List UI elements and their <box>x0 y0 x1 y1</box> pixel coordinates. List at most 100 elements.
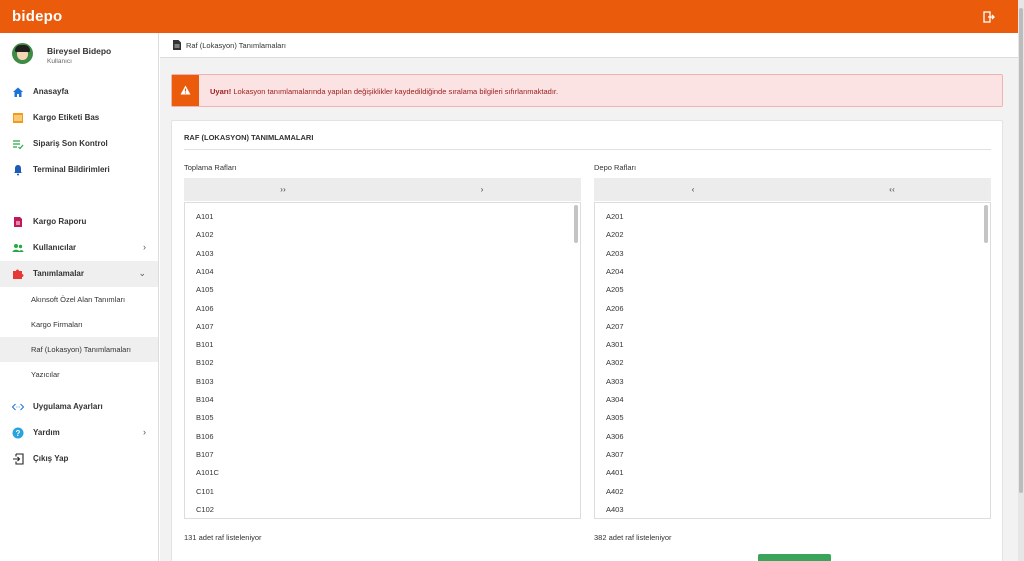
divider <box>184 149 991 150</box>
depot-shelves-toolbar: ‹ ‹‹ <box>594 178 991 201</box>
sidebar-item-label: Sipariş Son Kontrol <box>33 139 108 148</box>
list-item[interactable]: A101 <box>196 212 214 221</box>
submenu-item-label: Kargo Firmaları <box>31 320 83 329</box>
code-icon <box>11 401 25 413</box>
depot-shelves-title: Depo Rafları <box>594 163 637 172</box>
sidebar-item-terminal-bildirimleri[interactable]: Terminal Bildirimleri <box>0 157 158 183</box>
submenu-item-akinsoft-ozel-alan[interactable]: Akınsoft Özel Alan Tanımları <box>0 287 158 312</box>
submenu-item-kargo-firmalari[interactable]: Kargo Firmaları <box>0 312 158 337</box>
chevron-right-icon: › <box>143 427 146 437</box>
sidebar-item-siparis-son-kontrol[interactable]: Sipariş Son Kontrol <box>0 131 158 157</box>
list-item[interactable]: A102 <box>196 230 214 239</box>
depot-shelves-list[interactable]: A201 A202 A203 A204 A205 A206 A207 A301 A302 A303… <box>594 202 991 519</box>
list-item[interactable]: A205 <box>606 285 624 294</box>
sidebar-item-kargo-etiketi[interactable]: Kargo Etiketi Bas <box>0 105 158 131</box>
list-item[interactable]: A303 <box>606 377 624 386</box>
page-title: Raf (Lokasyon) Tanımlamaları <box>186 41 286 50</box>
list-item[interactable]: B102 <box>196 358 214 367</box>
checklist-icon <box>12 138 24 150</box>
page-scrollbar[interactable] <box>1018 0 1024 561</box>
report-icon <box>12 216 24 228</box>
picking-shelves-title: Toplama Rafları <box>184 163 237 172</box>
list-item[interactable]: A305 <box>606 413 624 422</box>
chevron-down-icon: ⌄ <box>138 268 146 278</box>
app-logo[interactable]: bidepo <box>12 8 62 25</box>
list-item[interactable]: A202 <box>606 230 624 239</box>
page-scrollbar-thumb[interactable] <box>1019 8 1023 493</box>
user-panel: Bireysel Bidepo Kullanıcı <box>0 33 158 73</box>
users-icon <box>12 242 24 254</box>
main-content: Raf (Lokasyon) Tanımlamaları Uyarı! Loka… <box>160 33 1018 561</box>
picking-shelves-toolbar: ›› › <box>184 178 581 201</box>
list-item[interactable]: A401 <box>606 468 624 477</box>
top-bar: bidepo <box>0 0 1018 33</box>
breadcrumb: Raf (Lokasyon) Tanımlamaları <box>160 33 1018 58</box>
list-item[interactable]: A302 <box>606 358 624 367</box>
list-item[interactable]: A403 <box>606 505 624 514</box>
list-item[interactable]: B107 <box>196 450 214 459</box>
list-item[interactable]: A103 <box>196 249 214 258</box>
list-item[interactable]: A104 <box>196 267 214 276</box>
list-item[interactable]: A402 <box>606 487 624 496</box>
document-icon <box>173 40 181 50</box>
home-icon <box>12 86 24 98</box>
list-item[interactable]: A105 <box>196 285 214 294</box>
alert-message: Uyarı! Lokasyon tanımlamalarında yapılan… <box>210 87 558 96</box>
sidebar-item-yardim[interactable]: ? Yardım › <box>0 420 158 446</box>
list-item[interactable]: A301 <box>606 340 624 349</box>
sidebar-item-anasayfa[interactable]: Anasayfa <box>0 79 158 105</box>
list-item[interactable]: A304 <box>606 395 624 404</box>
list-item[interactable]: A207 <box>606 322 624 331</box>
sidebar-item-label: Terminal Bildirimleri <box>33 165 110 174</box>
move-one-right-button[interactable]: › <box>383 178 581 201</box>
warning-icon <box>172 75 199 106</box>
puzzle-icon <box>12 268 24 280</box>
sidebar-item-tanimlamalar[interactable]: Tanımlamalar ⌄ <box>0 261 158 287</box>
move-all-right-button[interactable]: ›› <box>184 178 382 201</box>
avatar <box>12 43 33 64</box>
list-item[interactable]: B103 <box>196 377 214 386</box>
card-title: RAF (LOKASYON) TANIMLAMALARI <box>184 133 314 142</box>
list-item[interactable]: A206 <box>606 304 624 313</box>
list-item[interactable]: B106 <box>196 432 214 441</box>
list-item[interactable]: C101 <box>196 487 214 496</box>
sidebar-item-label: Kargo Etiketi Bas <box>33 113 100 122</box>
sidebar-item-label: Uygulama Ayarları <box>33 402 103 411</box>
sidebar: Bireysel Bidepo Kullanıcı Anasayfa Kargo… <box>0 33 159 561</box>
list-item[interactable]: B101 <box>196 340 214 349</box>
submenu-item-raf-lokasyon[interactable]: Raf (Lokasyon) Tanımlamaları <box>0 337 158 362</box>
submenu-item-label: Raf (Lokasyon) Tanımlamaları <box>31 345 131 354</box>
list-item[interactable]: A307 <box>606 450 624 459</box>
list-item[interactable]: A204 <box>606 267 624 276</box>
picking-shelves-list[interactable]: A101 A102 A103 A104 A105 A106 A107 B101 B102 B103… <box>184 202 581 519</box>
svg-text:?: ? <box>16 429 21 438</box>
list-item[interactable]: A203 <box>606 249 624 258</box>
list-scrollbar-thumb[interactable] <box>574 205 578 243</box>
warning-alert: Uyarı! Lokasyon tanımlamalarında yapılan… <box>171 74 1003 107</box>
submenu-item-yazicilar[interactable]: Yazıcılar <box>0 362 158 387</box>
sidebar-item-kullanicilar[interactable]: Kullanıcılar › <box>0 235 158 261</box>
sidebar-item-label: Yardım <box>33 428 60 437</box>
list-item[interactable]: A101C <box>196 468 219 477</box>
save-button[interactable] <box>758 554 831 561</box>
sidebar-item-cikis-yap[interactable]: Çıkış Yap <box>0 446 158 472</box>
chevron-right-icon: › <box>143 242 146 252</box>
sidebar-item-kargo-raporu[interactable]: Kargo Raporu <box>0 209 158 235</box>
sidebar-item-uygulama-ayarlari[interactable]: Uygulama Ayarları <box>0 394 158 420</box>
list-item[interactable]: A106 <box>196 304 214 313</box>
bell-icon <box>12 164 24 176</box>
list-item[interactable]: A201 <box>606 212 624 221</box>
list-item[interactable]: B105 <box>196 413 214 422</box>
list-scrollbar-thumb[interactable] <box>984 205 988 243</box>
sidebar-item-label: Kullanıcılar <box>33 243 77 252</box>
move-one-left-button[interactable]: ‹ <box>594 178 792 201</box>
list-item[interactable]: C102 <box>196 505 214 514</box>
move-all-left-button[interactable]: ‹‹ <box>793 178 991 201</box>
list-item[interactable]: A306 <box>606 432 624 441</box>
list-item[interactable]: A107 <box>196 322 214 331</box>
list-item[interactable]: B104 <box>196 395 214 404</box>
picking-shelves-count: 131 adet raf listeleniyor <box>184 533 262 542</box>
barcode-icon <box>12 112 24 124</box>
exit-icon <box>12 453 24 465</box>
logout-icon[interactable] <box>983 11 995 23</box>
